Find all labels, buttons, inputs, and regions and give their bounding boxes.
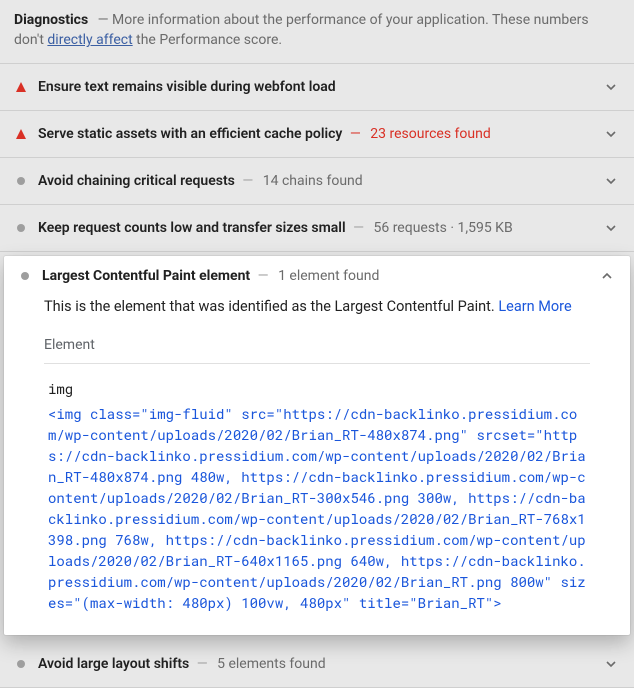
warning-triangle-icon xyxy=(14,80,28,94)
audit-text: Serve static assets with an efficient ca… xyxy=(38,126,491,142)
lcp-audit-text: Largest Contentful Paint element — 1 ele… xyxy=(42,268,379,284)
lcp-audit-body: This is the element that was identified … xyxy=(4,296,630,635)
chevron-down-icon[interactable] xyxy=(602,172,620,190)
audit-extra: 23 resources found xyxy=(370,126,490,142)
directly-affect-link[interactable]: directly affect xyxy=(47,32,132,48)
audits-list: Ensure text remains visible during webfo… xyxy=(0,64,634,252)
dash: — xyxy=(239,173,257,189)
lcp-audit-row[interactable]: Largest Contentful Paint element — 1 ele… xyxy=(4,256,630,296)
dash: — xyxy=(258,268,269,284)
lcp-audit-expanded-card: Largest Contentful Paint element — 1 ele… xyxy=(4,256,630,635)
element-html-snippet: <img class="img-fluid" src="https://cdn-… xyxy=(48,403,586,613)
lcp-desc-text: This is the element that was identified … xyxy=(44,298,498,315)
audit-title: Keep request counts low and transfer siz… xyxy=(38,220,346,236)
audit-ensure-text-remains-visible-during-webfont-load[interactable]: Ensure text remains visible during webfo… xyxy=(0,64,634,111)
neutral-dot-icon xyxy=(18,269,32,283)
dash: — xyxy=(350,220,368,236)
chevron-down-icon[interactable] xyxy=(602,78,620,96)
audit-title: Avoid chaining critical requests xyxy=(38,173,235,189)
diagnostics-title: Diagnostics xyxy=(14,12,88,28)
neutral-dot-icon xyxy=(14,657,28,671)
diagnostics-panel: Diagnostics — More information about the… xyxy=(0,0,634,688)
audit-keep-request-counts-low-and-transfer-sizes-small[interactable]: Keep request counts low and transfer siz… xyxy=(0,205,634,252)
audit-avoid-large-layout-shifts[interactable]: Avoid large layout shifts — 5 elements f… xyxy=(0,641,634,688)
audit-extra: 56 requests · 1,595 KB xyxy=(373,220,512,236)
element-tag-name: img xyxy=(48,378,586,399)
lcp-audit-description: This is the element that was identified … xyxy=(44,296,590,317)
diagnostics-desc-suffix: the Performance score. xyxy=(133,32,282,48)
warning-triangle-icon xyxy=(14,127,28,141)
neutral-dot-icon xyxy=(14,221,28,235)
audit-extra: 14 chains found xyxy=(263,173,363,189)
audit-extra: 5 elements found xyxy=(217,656,326,672)
audit-text: Keep request counts low and transfer siz… xyxy=(38,220,513,236)
diagnostics-description: — More information about the performance… xyxy=(14,12,589,48)
element-heading: Element xyxy=(44,335,590,355)
learn-more-link[interactable]: Learn More xyxy=(498,298,571,315)
lcp-audit-extra: 1 element found xyxy=(278,268,379,284)
chevron-up-icon[interactable] xyxy=(598,267,616,285)
audit-avoid-chaining-critical-requests[interactable]: Avoid chaining critical requests — 14 ch… xyxy=(0,158,634,205)
dash: — xyxy=(193,656,211,672)
audit-text: Avoid large layout shifts — 5 elements f… xyxy=(38,656,326,672)
chevron-down-icon[interactable] xyxy=(602,655,620,673)
diagnostics-header: Diagnostics — More information about the… xyxy=(0,0,634,64)
chevron-down-icon[interactable] xyxy=(602,219,620,237)
audit-serve-static-assets-with-an-efficient-cache-policy[interactable]: Serve static assets with an efficient ca… xyxy=(0,111,634,158)
audit-title: Ensure text remains visible during webfo… xyxy=(38,79,336,95)
audit-title: Serve static assets with an efficient ca… xyxy=(38,126,342,142)
dash: — xyxy=(346,126,364,142)
audits-after-list: Avoid large layout shifts — 5 elements f… xyxy=(0,641,634,688)
audit-text: Avoid chaining critical requests — 14 ch… xyxy=(38,173,363,189)
audit-title: Avoid large layout shifts xyxy=(38,656,189,672)
element-code-block: img <img class="img-fluid" src="https://… xyxy=(44,363,590,617)
audit-text: Ensure text remains visible during webfo… xyxy=(38,79,336,95)
lcp-audit-title: Largest Contentful Paint element xyxy=(42,268,250,284)
chevron-down-icon[interactable] xyxy=(602,125,620,143)
neutral-dot-icon xyxy=(14,174,28,188)
